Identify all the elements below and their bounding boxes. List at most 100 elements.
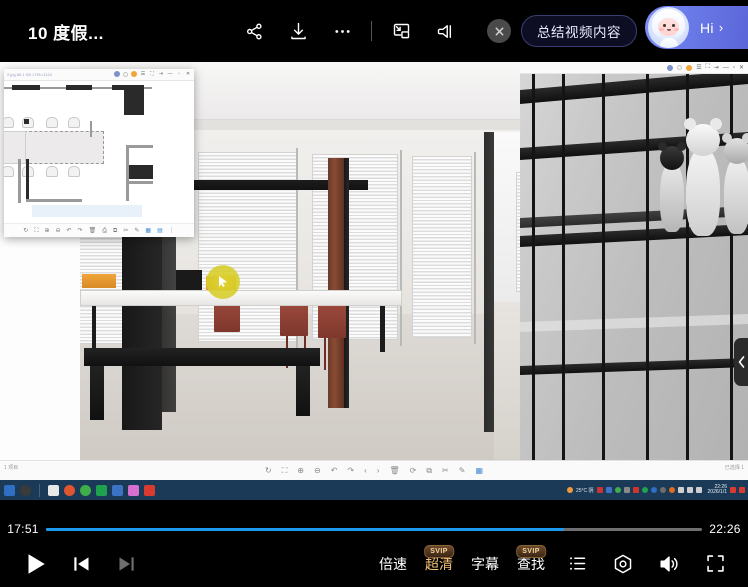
- share-icon[interactable]: [232, 14, 276, 48]
- tray-icon-2[interactable]: [606, 487, 612, 493]
- second-viewer-circle-icon[interactable]: [677, 65, 682, 70]
- cast-icon[interactable]: [423, 14, 467, 48]
- more-icon[interactable]: [320, 14, 364, 48]
- host-next-icon[interactable]: ›: [377, 466, 380, 475]
- fp-edit-icon[interactable]: ✎: [134, 228, 139, 234]
- floorplan-account-icon[interactable]: [114, 71, 120, 77]
- floorplan-pin-icon[interactable]: ⇥: [158, 71, 164, 77]
- host-delete-icon[interactable]: 🗑: [389, 466, 399, 475]
- fp-cut-icon[interactable]: ✂: [123, 228, 128, 234]
- tray-volume-icon[interactable]: [687, 487, 693, 493]
- fp-copy-icon[interactable]: ⧉: [113, 228, 117, 234]
- fp-rotate-left-icon[interactable]: ↻: [23, 228, 28, 234]
- search-vip-badge: SVIP: [516, 545, 546, 558]
- fullscreen-icon[interactable]: [692, 541, 738, 587]
- tray-icon-4[interactable]: [624, 487, 630, 493]
- tray-icon-6[interactable]: [642, 487, 648, 493]
- floorplan-circle-icon[interactable]: [123, 72, 128, 77]
- floorplan-menu-icon[interactable]: ☰: [140, 71, 146, 77]
- fp-delete-icon[interactable]: 🗑: [89, 228, 97, 234]
- host-apps-icon[interactable]: ▦: [475, 466, 483, 475]
- taskbar-chrome-icon[interactable]: [64, 485, 75, 496]
- playlist-icon[interactable]: [554, 541, 600, 587]
- host-rotate-icon[interactable]: ↻: [265, 466, 272, 475]
- tray-weather-icon[interactable]: [567, 487, 573, 493]
- second-viewer-maximize-icon[interactable]: ▫: [733, 65, 735, 71]
- host-cut-icon[interactable]: ✂: [442, 466, 449, 475]
- taskbar-wechat-icon[interactable]: [80, 485, 91, 496]
- second-viewer-minimize-icon[interactable]: —: [723, 65, 729, 71]
- taskbar-photos-icon[interactable]: [128, 485, 139, 496]
- host-edit-icon[interactable]: ✎: [459, 466, 466, 475]
- host-redo-icon[interactable]: ↷: [347, 466, 354, 475]
- quality-button[interactable]: SVIP 超清: [416, 541, 462, 587]
- video-surface[interactable]: ☰ ⛶ ⇥ — ▫ ✕ 2.jpg 86.1 KB 1791×1124: [0, 62, 748, 504]
- host-zoom-out-icon[interactable]: ⊖: [314, 466, 321, 475]
- second-viewer-menu-icon[interactable]: ☰: [696, 64, 701, 71]
- close-button[interactable]: [487, 19, 511, 43]
- floorplan-canvas[interactable]: [4, 81, 194, 223]
- tray-icon-3[interactable]: [615, 487, 621, 493]
- fp-print-icon[interactable]: ⎙: [102, 228, 107, 234]
- second-viewer-alert-icon[interactable]: [686, 65, 692, 71]
- taskbar-excel-icon[interactable]: [96, 485, 107, 496]
- speed-button[interactable]: 倍速: [370, 541, 416, 587]
- tray-battery-icon[interactable]: [696, 487, 702, 493]
- tray-notify-icon[interactable]: [730, 487, 736, 493]
- host-zoom-in-icon[interactable]: ⊕: [297, 466, 304, 475]
- fp-undo-icon[interactable]: ↶: [67, 228, 72, 234]
- picture-in-picture-icon[interactable]: [379, 14, 423, 48]
- host-fit-icon[interactable]: ⛶: [282, 466, 288, 476]
- shelf-board-6: [520, 358, 748, 375]
- fp-save-icon[interactable]: ▤: [157, 228, 163, 234]
- next-button[interactable]: [104, 541, 150, 587]
- settings-icon[interactable]: [600, 541, 646, 587]
- floorplan-alert-icon[interactable]: [131, 71, 137, 77]
- floorplan-table[interactable]: [24, 131, 104, 164]
- tray-icon-7[interactable]: [651, 487, 657, 493]
- fp-redo-icon[interactable]: ↷: [78, 228, 83, 234]
- tray-icon-1[interactable]: [597, 487, 603, 493]
- fp-apps-icon[interactable]: ▦: [145, 228, 151, 234]
- taskbar-start-icon[interactable]: [4, 485, 15, 496]
- volume-icon[interactable]: [646, 541, 692, 587]
- tray-icon-5[interactable]: [633, 487, 639, 493]
- host-prev-icon[interactable]: ‹: [364, 466, 367, 475]
- progress-bar[interactable]: [46, 528, 702, 531]
- fp-fit-icon[interactable]: ⛶: [34, 228, 38, 234]
- host-undo-icon[interactable]: ↶: [331, 466, 338, 475]
- play-button[interactable]: [12, 541, 58, 587]
- taskbar-explorer-icon[interactable]: [48, 485, 59, 496]
- tray-icon-8[interactable]: [660, 487, 666, 493]
- floorplan-maximize-icon[interactable]: ▫: [176, 71, 182, 77]
- floorplan-chair-4: [68, 117, 80, 128]
- tray-icon-9[interactable]: [669, 487, 675, 493]
- download-icon[interactable]: [276, 14, 320, 48]
- floorplan-minimize-icon[interactable]: —: [167, 71, 173, 77]
- fp-zoom-in-icon[interactable]: ⊕: [44, 228, 49, 234]
- host-copy-icon[interactable]: ⧉: [426, 466, 432, 476]
- window-blind-3: [412, 156, 472, 338]
- fp-more-icon[interactable]: ⋮: [169, 228, 175, 234]
- tray-action-center-icon[interactable]: [739, 487, 745, 493]
- second-viewer-pin-icon[interactable]: ⇥: [714, 64, 719, 71]
- taskbar-clock[interactable]: 22:26 2026/1/1: [708, 485, 727, 496]
- summarize-video-button[interactable]: 总结视频内容: [521, 15, 637, 47]
- floorplan-viewer-window[interactable]: 2.jpg 86.1 KB 1791×1124 ☰ ⛶ ⇥ — ▫ ✕: [4, 69, 194, 237]
- fp-zoom-out-icon[interactable]: ⊖: [56, 228, 61, 234]
- tray-network-icon[interactable]: [678, 487, 684, 493]
- second-viewer-close-icon[interactable]: ✕: [739, 64, 744, 71]
- floorplan-close-icon[interactable]: ✕: [185, 71, 191, 77]
- previous-button[interactable]: [58, 541, 104, 587]
- taskbar-word-icon[interactable]: [112, 485, 123, 496]
- side-drawer-toggle[interactable]: [734, 338, 748, 386]
- host-rotate-right-icon[interactable]: ⟳: [410, 466, 417, 475]
- greeting-pill-button[interactable]: Hi ›: [645, 6, 748, 49]
- second-viewer-expand-icon[interactable]: ⛶: [706, 64, 710, 71]
- taskbar-pdf-icon[interactable]: [144, 485, 155, 496]
- search-button[interactable]: SVIP 查找: [508, 541, 554, 587]
- floorplan-expand-icon[interactable]: ⛶: [149, 71, 155, 77]
- taskbar-search-icon[interactable]: [20, 485, 31, 496]
- subtitle-button[interactable]: 字幕: [462, 541, 508, 587]
- second-viewer-account-icon[interactable]: [667, 65, 673, 71]
